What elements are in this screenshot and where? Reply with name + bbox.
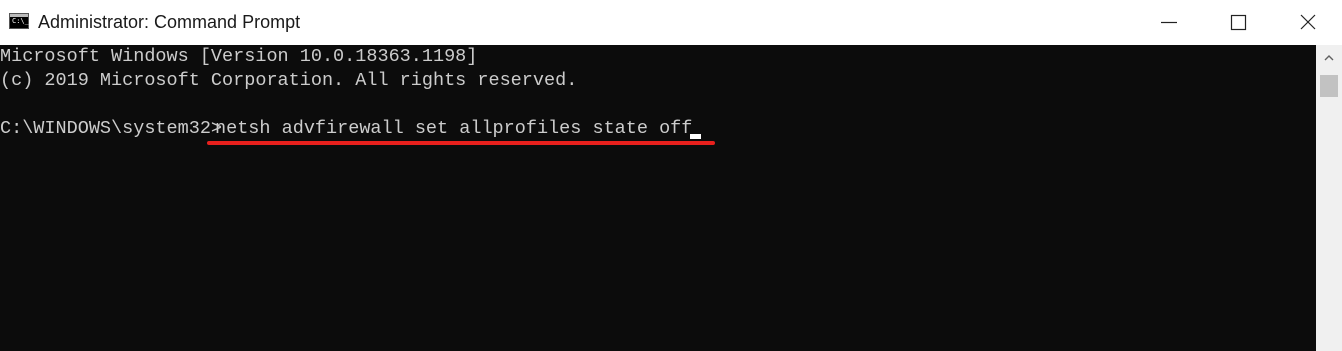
vertical-scrollbar[interactable] xyxy=(1316,45,1342,351)
console-line: Microsoft Windows [Version 10.0.18363.11… xyxy=(0,46,478,67)
console-output[interactable]: Microsoft Windows [Version 10.0.18363.11… xyxy=(0,45,1316,351)
command-prompt-window: C:\_ Administrator: Command Prompt Micro… xyxy=(0,0,1342,351)
command-prompt-path: C:\WINDOWS\system32> xyxy=(0,118,223,139)
minimize-icon xyxy=(1161,21,1177,24)
maximize-icon xyxy=(1230,14,1247,31)
command-input[interactable]: netsh advfirewall set allprofiles state … xyxy=(215,117,692,141)
minimize-button[interactable] xyxy=(1147,0,1193,45)
scroll-up-button[interactable] xyxy=(1316,45,1342,69)
close-button[interactable] xyxy=(1284,0,1330,45)
console-line: (c) 2019 Microsoft Corporation. All righ… xyxy=(0,70,578,91)
cmd-icon[interactable]: C:\_ xyxy=(9,13,29,29)
text-cursor xyxy=(690,134,701,139)
title-bar[interactable]: C:\_ Administrator: Command Prompt xyxy=(0,0,1342,45)
maximize-button[interactable] xyxy=(1215,0,1261,45)
scroll-thumb[interactable] xyxy=(1320,75,1338,97)
chevron-up-icon xyxy=(1324,55,1334,61)
close-icon xyxy=(1300,14,1316,30)
window-title: Administrator: Command Prompt xyxy=(38,12,301,32)
highlight-underline xyxy=(207,141,715,145)
